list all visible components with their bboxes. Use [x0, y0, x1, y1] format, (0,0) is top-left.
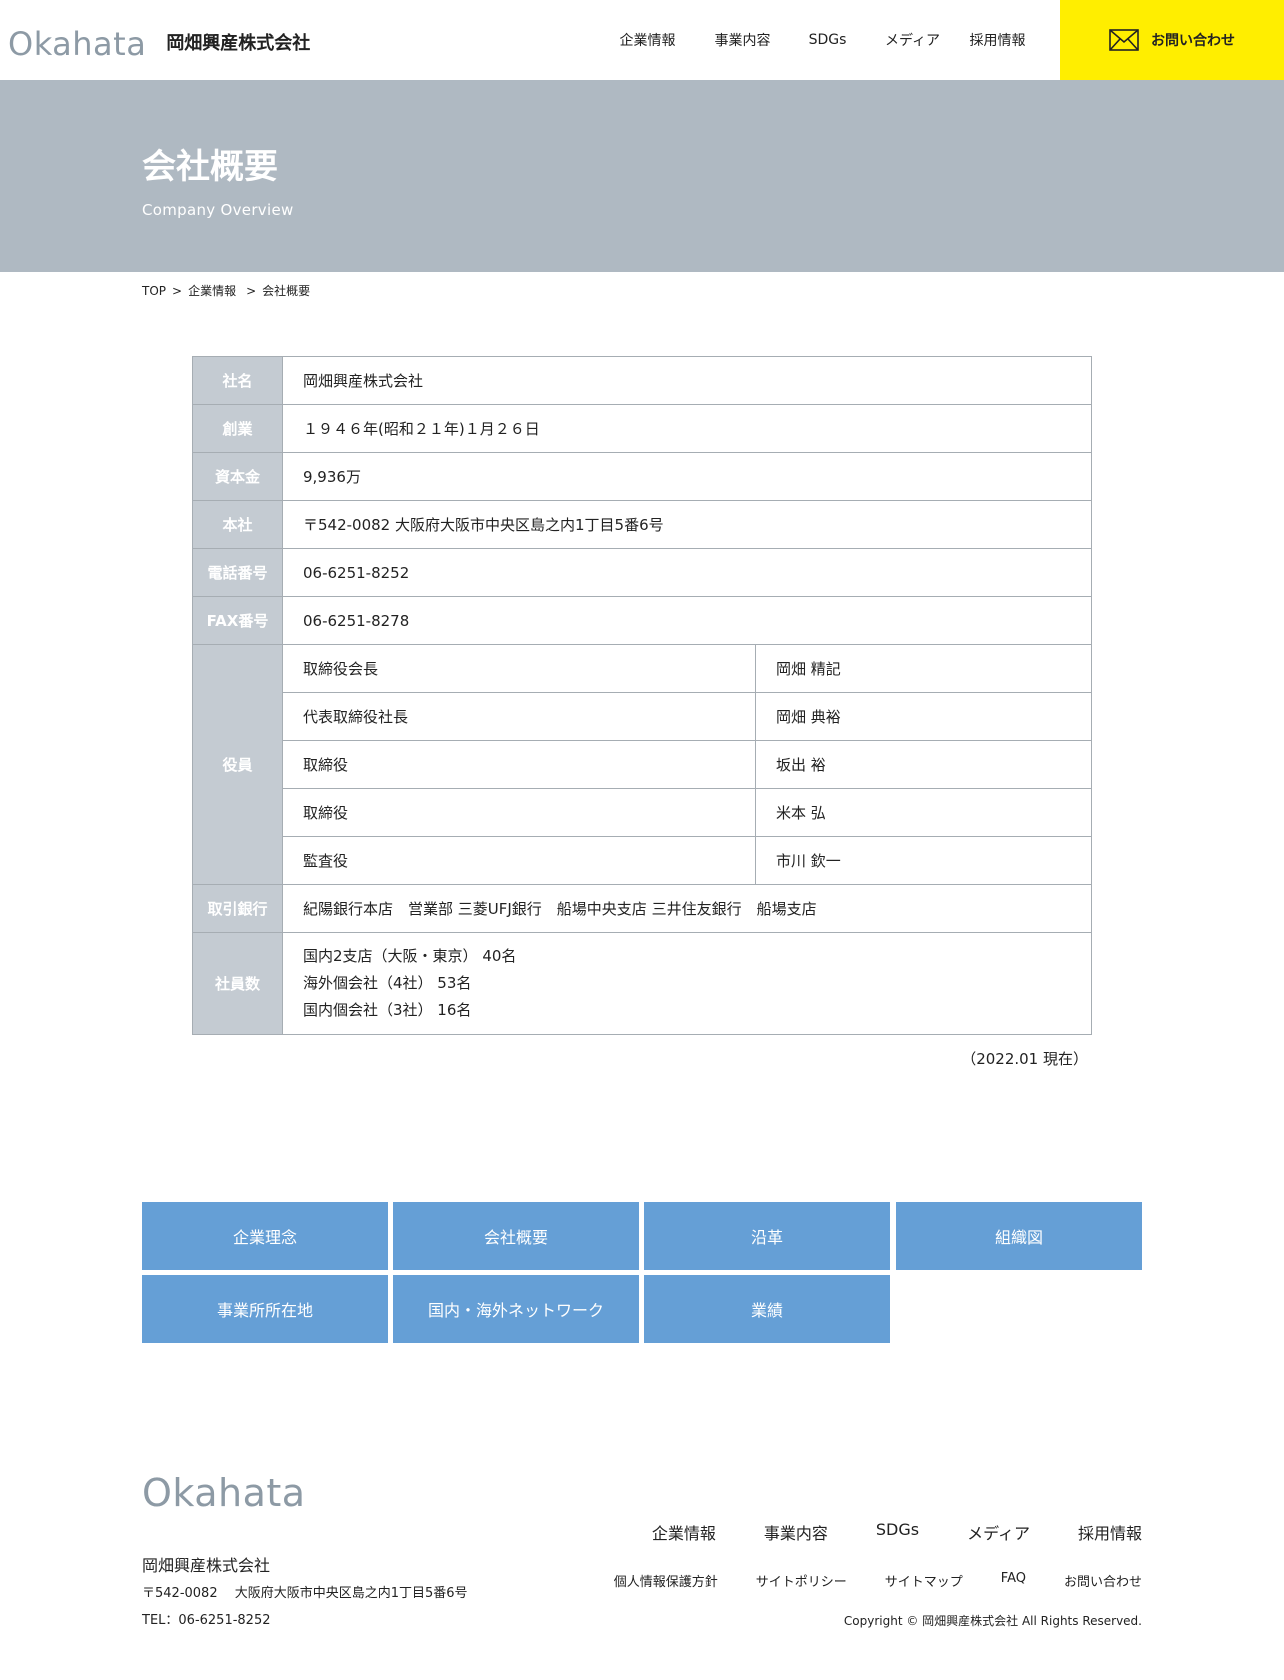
breadcrumb-company-info[interactable]: 企業情報	[188, 282, 236, 299]
mail-icon	[1109, 29, 1139, 51]
footer-sub-links: 個人情報保護方針 サイトポリシー サイトマップ FAQ お問い合わせ	[576, 1571, 1142, 1590]
footer-nav-media[interactable]: メディア	[967, 1520, 1030, 1544]
bank-label: 取引銀行	[192, 884, 283, 933]
row-value: 06-6251-8278	[282, 596, 1092, 645]
row-label: 資本金	[192, 452, 283, 501]
breadcrumb-current: 会社概要	[262, 284, 311, 298]
main-nav: 企業情報 事業内容 SDGs メディア 採用情報	[600, 0, 1035, 80]
footer-nav: 企業情報 事業内容 SDGs メディア 採用情報	[604, 1520, 1142, 1544]
footer-link-sitemap[interactable]: サイトマップ	[885, 1571, 963, 1590]
contact-button[interactable]: お問い合わせ	[1060, 0, 1284, 80]
officer-name: 米本 弘	[755, 788, 1092, 837]
breadcrumb: TOP > 企業情報 > 会社概要	[142, 282, 316, 299]
officer-title: 監査役	[282, 836, 756, 885]
nav-sdgs[interactable]: SDGs	[790, 32, 865, 48]
row-value: １９４６年(昭和２１年)１月２６日	[282, 404, 1092, 453]
footer-tel: TEL：06-6251-8252	[142, 1613, 271, 1628]
footer-address: 〒542-0082 大阪府大阪市中央区島之内1丁目5番6号	[142, 1586, 468, 1601]
officer-title: 取締役	[282, 740, 756, 789]
employees-line: 海外個会社（4社） 53名	[303, 974, 472, 992]
breadcrumb-separator: >	[246, 283, 257, 298]
table-row: 社名 岡畑興産株式会社	[192, 356, 1092, 405]
subnav-network-button[interactable]: 国内・海外ネットワーク	[393, 1275, 639, 1343]
employees-value: 国内2支店（大阪・東京） 40名 海外個会社（4社） 53名 国内個会社（3社）…	[282, 932, 1092, 1035]
footer-nav-company-info[interactable]: 企業情報	[652, 1520, 716, 1544]
officer-name: 岡畑 精記	[755, 644, 1092, 693]
officer-title: 取締役	[282, 788, 756, 837]
footer-nav-sdgs[interactable]: SDGs	[876, 1520, 919, 1544]
logo-mark: Okahata	[8, 25, 147, 63]
footer-link-contact[interactable]: お問い合わせ	[1064, 1571, 1142, 1590]
footer-logo[interactable]: Okahata	[142, 1474, 306, 1512]
table-row: 資本金 9,936万	[192, 452, 1092, 501]
nav-business[interactable]: 事業内容	[695, 30, 790, 50]
subnav-philosophy-button[interactable]: 企業理念	[142, 1202, 388, 1270]
officer-row: 取締役 坂出 裕	[193, 740, 1092, 789]
page-title: 会社概要	[142, 147, 278, 187]
table-row: 社員数 国内2支店（大阪・東京） 40名 海外個会社（4社） 53名 国内個会社…	[192, 932, 1092, 1035]
row-label: 創業	[192, 404, 283, 453]
copyright: Copyright © 岡畑興産株式会社 All Rights Reserved…	[843, 1614, 1142, 1628]
table-row: 創業 １９４６年(昭和２１年)１月２６日	[192, 404, 1092, 453]
subnav-overview-button[interactable]: 会社概要	[393, 1202, 639, 1270]
employees-label: 社員数	[192, 932, 283, 1035]
nav-media[interactable]: メディア	[865, 30, 960, 50]
footer-nav-business[interactable]: 事業内容	[764, 1520, 828, 1544]
footer-link-site-policy[interactable]: サイトポリシー	[756, 1571, 847, 1590]
officer-name: 市川 欽一	[755, 836, 1092, 885]
table-row: 電話番号 06-6251-8252	[192, 548, 1092, 597]
employees-line: 国内個会社（3社） 16名	[303, 1001, 472, 1019]
row-label: 社名	[192, 356, 283, 405]
page-subtitle: Company Overview	[142, 201, 294, 219]
officers-label: 役員	[192, 644, 283, 885]
breadcrumb-top[interactable]: TOP	[142, 284, 166, 298]
officer-row: 代表取締役社長 岡畑 典裕	[193, 692, 1092, 741]
footer-link-privacy[interactable]: 個人情報保護方針	[614, 1571, 718, 1590]
breadcrumb-separator: >	[172, 283, 183, 298]
row-value: 岡畑興産株式会社	[282, 356, 1092, 405]
row-label: FAX番号	[192, 596, 283, 645]
table-row: 本社 〒542-0082 大阪府大阪市中央区島之内1丁目5番6号	[192, 500, 1092, 549]
officer-row: 役員 取締役会長 岡畑 精記	[192, 644, 1092, 885]
page-hero: 会社概要 Company Overview	[0, 80, 1284, 272]
row-value: 9,936万	[282, 452, 1092, 501]
row-value: 06-6251-8252	[282, 548, 1092, 597]
nav-company-info[interactable]: 企業情報	[600, 30, 695, 50]
row-label: 本社	[192, 500, 283, 549]
footer-company-name: 岡畑興産株式会社	[142, 1556, 271, 1575]
site-header: Okahata 岡畑興産株式会社 企業情報 事業内容 SDGs メディア 採用情…	[0, 0, 1284, 80]
officer-title: 取締役会長	[282, 644, 756, 693]
footer-link-faq[interactable]: FAQ	[1001, 1571, 1026, 1590]
nav-recruit[interactable]: 採用情報	[960, 30, 1035, 50]
employees-line: 国内2支店（大阪・東京） 40名	[303, 947, 517, 965]
as-of-note: （2022.01 現在）	[961, 1050, 1088, 1068]
footer-nav-recruit[interactable]: 採用情報	[1078, 1520, 1142, 1544]
officer-name: 岡畑 典裕	[755, 692, 1092, 741]
subnav-results-button[interactable]: 業績	[644, 1275, 890, 1343]
table-row: 取引銀行 紀陽銀行本店 営業部 三菱UFJ銀行 船場中央支店 三井住友銀行 船場…	[192, 884, 1092, 933]
subnav-history-button[interactable]: 沿革	[644, 1202, 890, 1270]
officer-row: 取締役 米本 弘	[193, 788, 1092, 837]
company-overview-table: 社名 岡畑興産株式会社 創業 １９４６年(昭和２１年)１月２６日 資本金 9,9…	[192, 356, 1092, 1035]
row-label: 電話番号	[192, 548, 283, 597]
logo-company-name: 岡畑興産株式会社	[166, 33, 311, 54]
row-value: 〒542-0082 大阪府大阪市中央区島之内1丁目5番6号	[282, 500, 1092, 549]
subnav-offices-button[interactable]: 事業所所在地	[142, 1275, 388, 1343]
officer-row: 監査役 市川 欽一	[193, 836, 1092, 885]
contact-button-label: お問い合わせ	[1151, 33, 1235, 49]
officer-name: 坂出 裕	[755, 740, 1092, 789]
logo[interactable]: Okahata 岡畑興産株式会社	[8, 28, 310, 60]
bank-value: 紀陽銀行本店 営業部 三菱UFJ銀行 船場中央支店 三井住友銀行 船場支店	[282, 884, 1092, 933]
table-row: FAX番号 06-6251-8278	[192, 596, 1092, 645]
officer-title: 代表取締役社長	[282, 692, 756, 741]
subnav-org-chart-button[interactable]: 組織図	[896, 1202, 1142, 1270]
